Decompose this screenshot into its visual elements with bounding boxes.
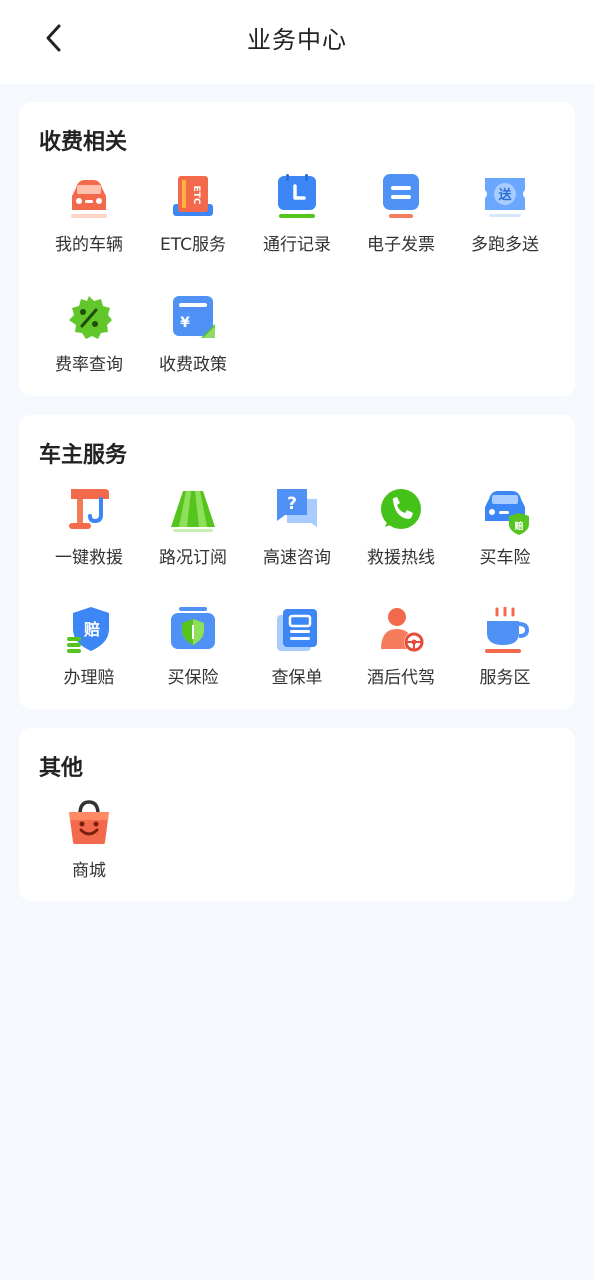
- tow-crane-icon: [65, 487, 113, 535]
- service-item-highway-consult[interactable]: ? 高速咨询: [245, 487, 349, 587]
- service-item-label: 收费政策: [159, 355, 227, 375]
- road-icon: [169, 487, 217, 535]
- policy-document-icon: [273, 607, 321, 655]
- service-item-label: 电子发票: [367, 235, 435, 255]
- gift-coupon-icon: 送: [481, 174, 529, 222]
- gift-text: 送: [497, 187, 512, 203]
- service-item-mall[interactable]: 商城: [37, 800, 141, 900]
- page-title: 业务中心: [247, 26, 347, 54]
- service-item-run-more-get-more[interactable]: 送 多跑多送: [453, 174, 557, 274]
- service-item-label: 高速咨询: [263, 548, 331, 568]
- yen-text: ¥: [180, 315, 190, 331]
- claim-shield-icon: 赔: [65, 607, 113, 655]
- service-item-service-area[interactable]: 服务区: [453, 607, 557, 707]
- claim-text: 赔: [83, 620, 100, 639]
- car-icon: [65, 174, 113, 222]
- percent-badge-icon: [65, 294, 113, 342]
- service-item-label: 救援热线: [367, 548, 435, 568]
- service-item-label: 酒后代驾: [367, 668, 435, 688]
- service-item-label: 商城: [72, 861, 106, 881]
- service-item-e-invoice[interactable]: 电子发票: [349, 174, 453, 274]
- service-item-rescue-hotline[interactable]: 救援热线: [349, 487, 453, 587]
- service-item-label: 查保单: [271, 668, 323, 688]
- yen-document-icon: ¥: [169, 294, 217, 342]
- service-item-label: 路况订阅: [159, 548, 227, 568]
- service-item-label: 买保险: [167, 668, 219, 688]
- service-item-label: 买车险: [479, 548, 531, 568]
- question-chat-icon: ?: [273, 487, 321, 535]
- etc-card-icon: ETC: [169, 174, 217, 222]
- service-item-label: 服务区: [479, 668, 531, 688]
- section-card-toll: 收费相关 我的车辆 ETC ETC服务 通行记录 电子发票 送 多跑多送 费率查…: [19, 102, 575, 396]
- etc-card-text: ETC: [191, 186, 201, 205]
- service-item-buy-insurance[interactable]: 买保险: [141, 607, 245, 707]
- shopping-bag-icon: [65, 800, 113, 848]
- service-item-label: 多跑多送: [471, 235, 539, 255]
- section-title: 收费相关: [39, 130, 128, 155]
- section-title: 其他: [39, 756, 84, 781]
- section-card-other: 其他 商城: [19, 728, 575, 901]
- section-title: 车主服务: [39, 443, 128, 468]
- service-item-label: 通行记录: [263, 235, 331, 255]
- service-item-label: 一键救援: [55, 548, 123, 568]
- svg-text:?: ?: [287, 494, 297, 514]
- service-item-label: 费率查询: [55, 355, 123, 375]
- service-item-my-vehicle[interactable]: 我的车辆: [37, 174, 141, 274]
- service-item-handle-claim[interactable]: 赔 办理赔: [37, 607, 141, 707]
- service-item-rate-query[interactable]: 费率查询: [37, 294, 141, 394]
- service-item-label: 我的车辆: [55, 235, 123, 255]
- service-item-etc[interactable]: ETC ETC服务: [141, 174, 245, 274]
- driver-icon: [377, 607, 425, 655]
- phone-icon: [377, 487, 425, 535]
- invoice-icon: [377, 174, 425, 222]
- coffee-cup-icon: [481, 607, 529, 655]
- service-item-pass-record[interactable]: 通行记录: [245, 174, 349, 274]
- service-item-label: ETC服务: [160, 235, 226, 255]
- service-item-check-policy[interactable]: 查保单: [245, 607, 349, 707]
- top-bar: 业务中心: [0, 0, 594, 84]
- service-item-toll-policy[interactable]: ¥ 收费政策: [141, 294, 245, 394]
- clock-record-icon: [273, 174, 321, 222]
- service-item-one-click-rescue[interactable]: 一键救援: [37, 487, 141, 587]
- section-card-owner-services: 车主服务 一键救援 路况订阅 ? 高速咨询 救援热线 赔 买车险 赔 办理赔 买…: [19, 415, 575, 709]
- service-item-buy-car-insurance[interactable]: 赔 买车险: [453, 487, 557, 587]
- service-item-road-subscribe[interactable]: 路况订阅: [141, 487, 245, 587]
- car-badge-text: 赔: [513, 520, 523, 532]
- service-item-designated-driver[interactable]: 酒后代驾: [349, 607, 453, 707]
- service-item-label: 办理赔: [63, 668, 115, 688]
- insurance-shield-icon: [169, 607, 217, 655]
- car-insurance-icon: 赔: [481, 487, 529, 535]
